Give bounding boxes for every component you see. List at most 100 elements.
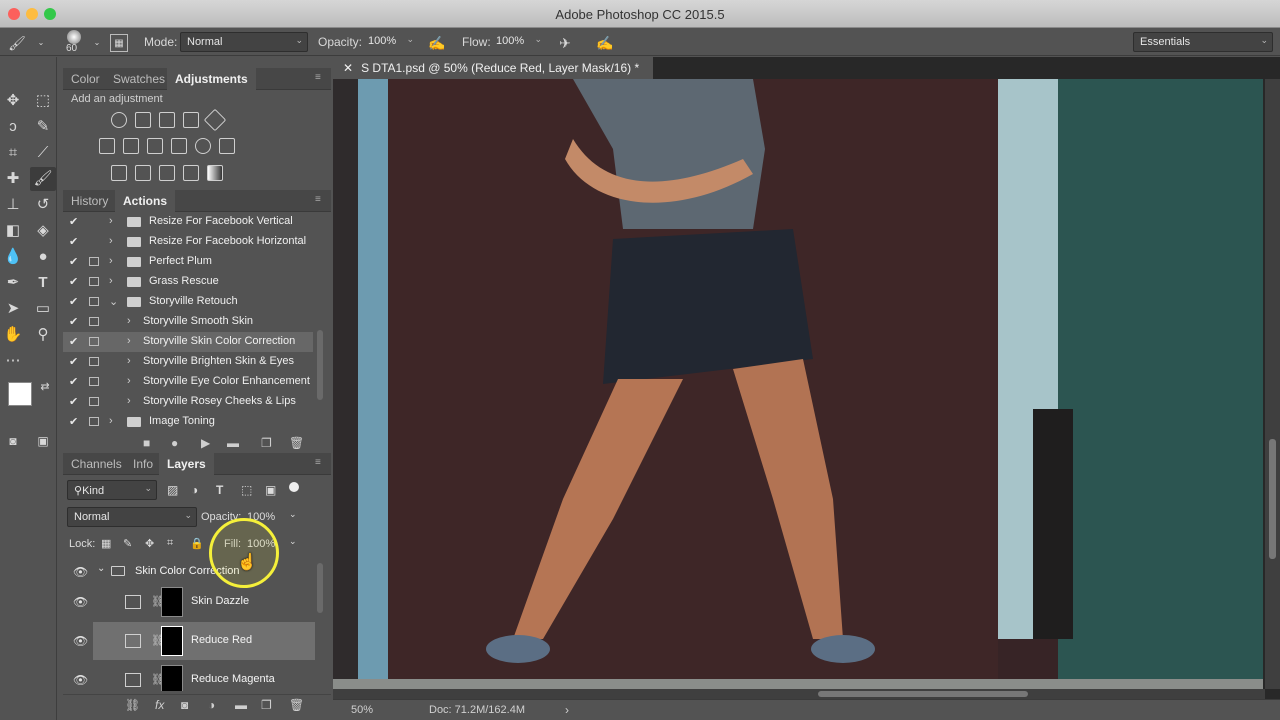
vibrance-icon[interactable]: [203, 108, 227, 132]
action-row[interactable]: ✔ › Resize For Facebook Vertical: [63, 212, 313, 232]
action-row-selected[interactable]: ✔ › Storyville Skin Color Correction: [63, 332, 313, 352]
chevron-right-icon[interactable]: ›: [109, 275, 113, 287]
vertical-scrollbar[interactable]: [1265, 79, 1280, 689]
document-tab[interactable]: ✕ S DTA1.psd @ 50% (Reduce Red, Layer Mas…: [333, 57, 653, 79]
paint-bucket-tool-icon[interactable]: ◈: [30, 219, 56, 243]
filter-toggle-icon[interactable]: [289, 482, 299, 492]
pressure-size-icon[interactable]: ✍: [596, 34, 614, 52]
opacity-field[interactable]: 100% ⌄: [362, 32, 418, 52]
eye-icon[interactable]: 👁: [73, 634, 88, 648]
check-icon[interactable]: ✔: [69, 395, 78, 408]
zoom-tool-icon[interactable]: ⚲: [30, 323, 56, 347]
horizontal-scroll-thumb[interactable]: [818, 691, 1028, 697]
action-row[interactable]: ✔ › Storyville Brighten Skin & Eyes: [63, 352, 313, 372]
new-set-folder-icon[interactable]: ▬: [227, 436, 239, 450]
screen-mode-icon[interactable]: ▣: [30, 429, 56, 453]
new-layer-icon[interactable]: ❐: [261, 698, 272, 712]
record-icon[interactable]: ●: [171, 436, 178, 450]
close-tab-icon[interactable]: ✕: [343, 61, 353, 75]
check-icon[interactable]: ✔: [69, 335, 78, 348]
hue-saturation-icon[interactable]: [99, 138, 115, 154]
action-row[interactable]: ✔ › Image Toning: [63, 412, 313, 430]
lock-all-icon[interactable]: 🔒: [190, 537, 204, 550]
posterize-icon[interactable]: [135, 165, 151, 181]
fx-icon[interactable]: fx: [155, 698, 164, 712]
quick-mask-icon[interactable]: ◙: [0, 429, 26, 453]
link-layers-icon[interactable]: ⛓: [125, 698, 140, 712]
tab-layers[interactable]: Layers: [159, 453, 214, 475]
selective-color-icon[interactable]: [183, 165, 199, 181]
chevron-down-icon[interactable]: ⌄: [289, 509, 297, 520]
tab-history[interactable]: History: [63, 190, 116, 212]
lock-image-icon[interactable]: ✎: [123, 537, 132, 550]
actions-scrollbar[interactable]: [317, 330, 323, 400]
chevron-right-icon[interactable]: ›: [127, 315, 131, 327]
brightness-icon[interactable]: [111, 112, 127, 128]
invert-icon[interactable]: [111, 165, 127, 181]
eyedropper-tool-icon[interactable]: ⟋: [30, 141, 56, 165]
check-icon[interactable]: ✔: [69, 235, 78, 248]
tab-color[interactable]: Color: [63, 68, 108, 90]
mode-select[interactable]: Normal ⌄: [180, 32, 308, 52]
chevron-right-icon[interactable]: ›: [109, 255, 113, 267]
type-filter-icon[interactable]: T: [216, 483, 223, 497]
dialog-toggle-icon[interactable]: [89, 297, 99, 306]
move-tool-icon[interactable]: ✥: [0, 89, 26, 113]
layer-mask-thumbnail[interactable]: [161, 587, 183, 617]
chevron-right-icon[interactable]: ›: [127, 375, 131, 387]
threshold-icon[interactable]: [159, 165, 175, 181]
brush-picker-dropdown[interactable]: ⌄: [88, 34, 106, 52]
dialog-toggle-icon[interactable]: [89, 417, 99, 426]
action-row[interactable]: ✔ › Storyville Eye Color Enhancement: [63, 372, 313, 392]
chevron-right-icon[interactable]: ›: [109, 215, 113, 227]
panel-menu-icon[interactable]: ≡: [315, 72, 327, 84]
vertical-scroll-thumb[interactable]: [1269, 439, 1276, 559]
clone-stamp-tool-icon[interactable]: ⊥: [0, 193, 26, 217]
layer-mask-thumbnail[interactable]: [161, 665, 183, 691]
zoom-level[interactable]: 50%: [351, 704, 373, 716]
blend-mode-select[interactable]: Normal ⌄: [67, 507, 197, 527]
history-brush-tool-icon[interactable]: ↺: [30, 193, 56, 217]
brush-preview-icon[interactable]: [67, 30, 81, 44]
type-tool-icon[interactable]: T: [30, 271, 56, 295]
new-action-icon[interactable]: ❐: [261, 436, 272, 450]
check-icon[interactable]: ✔: [69, 415, 78, 428]
exposure-icon[interactable]: [183, 112, 199, 128]
lock-transparent-icon[interactable]: ▦: [101, 537, 111, 550]
dialog-toggle-icon[interactable]: [89, 257, 99, 266]
chevron-right-icon[interactable]: ›: [109, 415, 113, 427]
check-icon[interactable]: ✔: [69, 215, 78, 228]
airbrush-icon[interactable]: ✈: [556, 34, 574, 52]
layer-row-selected[interactable]: 👁 ⛓ Reduce Red: [63, 622, 315, 660]
layer-row[interactable]: 👁 ⛓ Reduce Magenta: [63, 661, 315, 691]
flow-field[interactable]: 100% ⌄: [490, 32, 546, 52]
levels-icon[interactable]: [135, 112, 151, 128]
crop-tool-icon[interactable]: ⌗: [0, 141, 26, 165]
rectangle-tool-icon[interactable]: ▭: [30, 297, 56, 321]
smart-object-filter-icon[interactable]: ▣: [265, 483, 276, 497]
path-select-tool-icon[interactable]: ➤: [0, 297, 26, 321]
lock-artboard-icon[interactable]: ⌗: [167, 537, 173, 550]
lasso-tool-icon[interactable]: ↄ: [0, 115, 26, 139]
brush-panel-toggle-icon[interactable]: ▦: [110, 34, 128, 52]
play-icon[interactable]: ▶: [201, 436, 210, 450]
more-tools-icon[interactable]: ⋯: [0, 349, 26, 373]
chevron-right-icon[interactable]: ›: [127, 395, 131, 407]
eraser-tool-icon[interactable]: ◧: [0, 219, 26, 243]
blur-tool-icon[interactable]: 💧: [0, 245, 26, 269]
foreground-color-swatch[interactable]: [8, 382, 32, 406]
new-group-icon[interactable]: ▬: [235, 698, 247, 712]
panel-menu-icon[interactable]: ≡: [315, 457, 327, 469]
swap-colors-icon[interactable]: ⇄: [32, 375, 58, 399]
shape-filter-icon[interactable]: ⬚: [241, 483, 252, 497]
chevron-down-icon[interactable]: ⌄: [109, 295, 118, 308]
action-row[interactable]: ✔ › Storyville Smooth Skin: [63, 312, 313, 332]
action-row[interactable]: ✔ › Resize For Facebook Horizontal: [63, 232, 313, 252]
brush-tool-icon[interactable]: 🖌: [30, 167, 56, 191]
chevron-right-icon[interactable]: ›: [127, 355, 131, 367]
dialog-toggle-icon[interactable]: [89, 337, 99, 346]
pressure-opacity-icon[interactable]: ✍: [428, 34, 446, 52]
action-row[interactable]: ✔ › Perfect Plum: [63, 252, 313, 272]
dialog-toggle-icon[interactable]: [89, 377, 99, 386]
eye-icon[interactable]: 👁: [73, 595, 88, 609]
